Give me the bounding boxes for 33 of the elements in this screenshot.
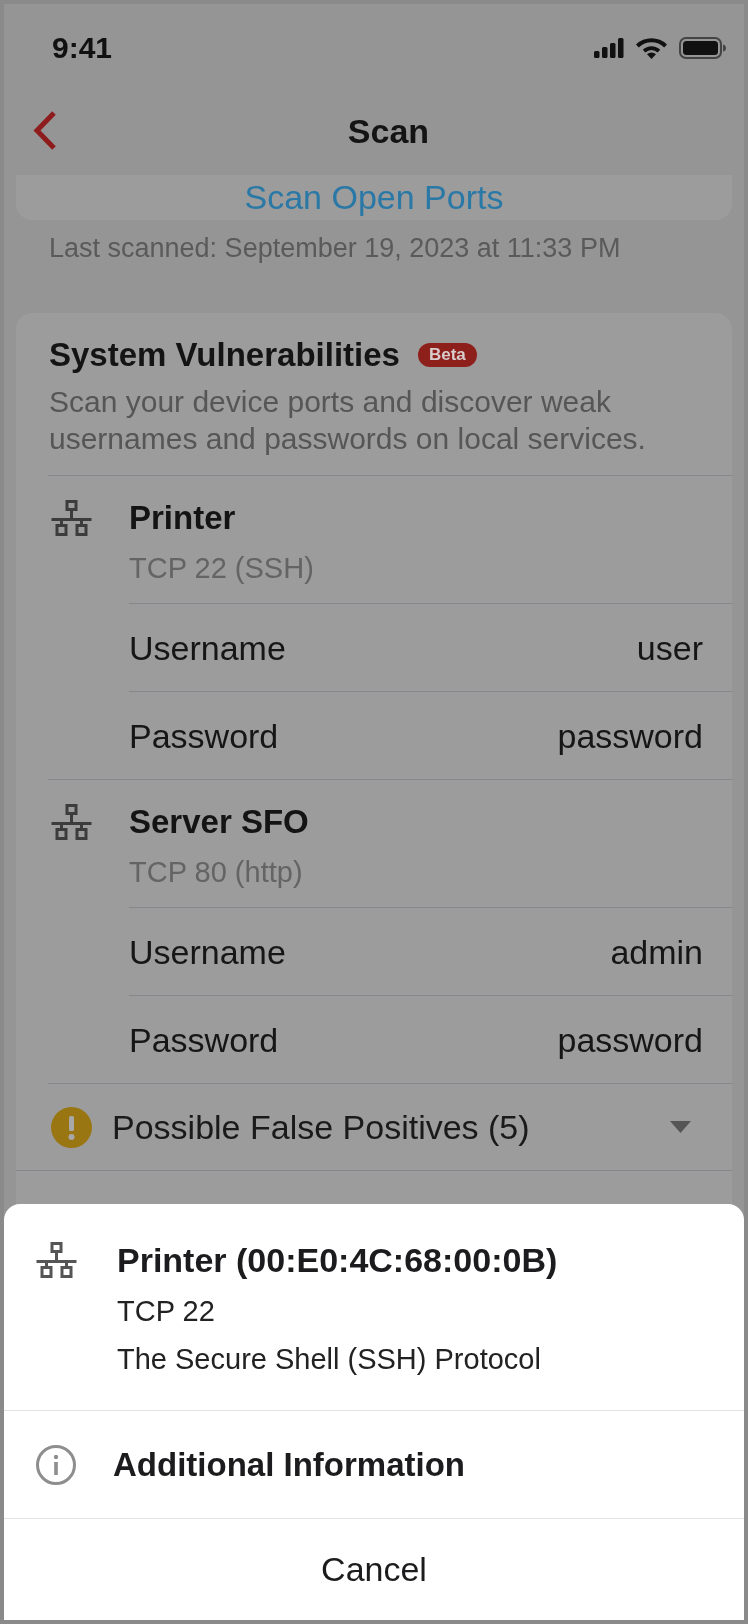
- credential-label: Username: [129, 627, 286, 668]
- signal-icon: [594, 38, 624, 58]
- section-title: System Vulnerabilities: [49, 335, 400, 375]
- credential-label: Password: [129, 1019, 279, 1060]
- beta-badge: Beta: [417, 343, 477, 367]
- credential-value: password: [557, 1019, 703, 1060]
- warning-icon: [51, 1106, 92, 1148]
- credential-label: Password: [129, 715, 279, 756]
- status-time: 9:41: [52, 30, 113, 66]
- device-name: Server SFO: [129, 802, 309, 842]
- device-port: TCP 80 (http): [129, 855, 303, 890]
- wifi-icon: [636, 37, 667, 59]
- sheet-device-port: TCP 22: [117, 1294, 215, 1329]
- additional-information-button[interactable]: Additional Information: [4, 1411, 744, 1519]
- info-icon: [36, 1444, 76, 1485]
- last-scanned-text: Last scanned: September 19, 2023 at 11:33 PM: [49, 232, 621, 264]
- section-description: Scan your device ports and discover weak usernames and passwords on local services.: [49, 384, 647, 457]
- sheet-device-title: Printer (00:E0:4C:68:00:0B): [117, 1240, 558, 1280]
- credential-label: Username: [129, 931, 286, 972]
- network-icon: [51, 500, 92, 536]
- credential-value: user: [636, 627, 703, 668]
- back-button[interactable]: [33, 110, 57, 151]
- credential-value: password: [557, 715, 703, 756]
- network-icon: [36, 1242, 77, 1278]
- chevron-left-icon: [33, 110, 57, 151]
- cancel-button[interactable]: Cancel: [4, 1519, 744, 1620]
- device-name: Printer: [129, 498, 236, 538]
- network-icon: [51, 804, 92, 840]
- nav-title: Scan: [347, 110, 430, 151]
- credential-value: admin: [610, 931, 703, 972]
- device-port: TCP 22 (SSH): [129, 551, 314, 586]
- battery-icon: [679, 37, 726, 59]
- sheet-device-protocol: The Secure Shell (SSH) Protocol: [117, 1342, 541, 1377]
